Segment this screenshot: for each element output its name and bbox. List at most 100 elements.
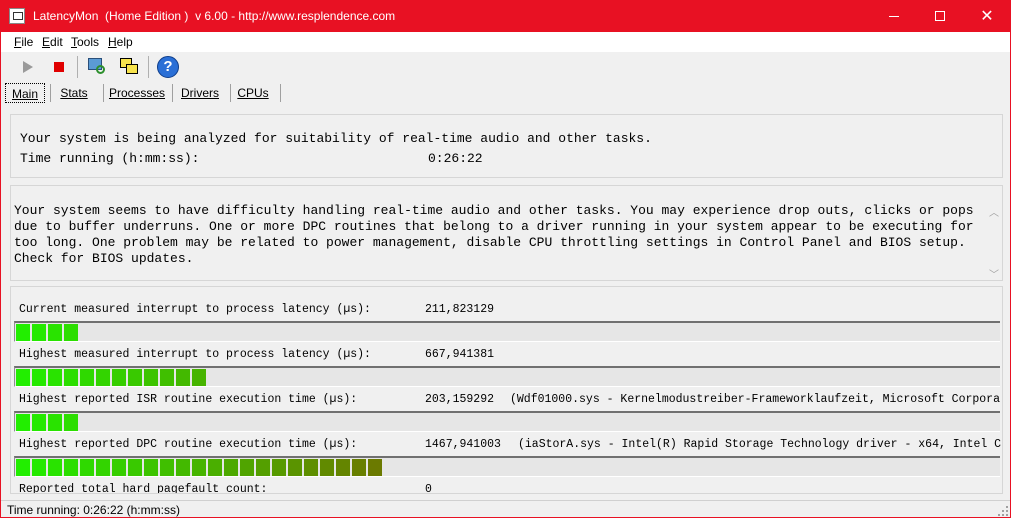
meter-segment (96, 369, 110, 386)
time-running-value: 0:26:22 (428, 151, 483, 166)
meter-segment (80, 459, 94, 476)
meter-segment (80, 369, 94, 386)
meter-segment (128, 369, 142, 386)
tab-main[interactable]: Main (5, 83, 45, 103)
meter-segment (208, 459, 222, 476)
meter-segment (128, 459, 142, 476)
tab-cpus[interactable]: CPUs (233, 83, 273, 103)
meter-segment (320, 459, 334, 476)
resize-grip-icon[interactable] (998, 506, 1008, 516)
help-icon[interactable]: ? (155, 55, 181, 79)
meter-segment (64, 414, 78, 431)
latency-meter (14, 456, 1000, 477)
analysis-panel: Your system is being analyzed for suitab… (10, 114, 1003, 178)
tab-stats-label: Stats (60, 86, 88, 100)
meter-segment (48, 324, 62, 341)
menu-bar: File Edit Tools Help (1, 32, 1010, 52)
toolbar-separator (77, 56, 78, 78)
tab-separator (280, 84, 281, 102)
meter-segment (16, 369, 30, 386)
metric-value: 203,159292 (425, 393, 495, 406)
meter-segment (48, 414, 62, 431)
window-title: LatencyMon (Home Edition ) v 6.00 - http… (33, 9, 396, 23)
meter-segment (352, 459, 366, 476)
latency-meter (14, 366, 1000, 387)
app-icon[interactable] (9, 8, 25, 24)
meter-segment (304, 459, 318, 476)
metric-detail: (Wdf01000.sys - Kernelmodustreiber-Frame… (510, 393, 1000, 406)
tab-strip: Main Stats Processes Drivers CPUs (1, 82, 1010, 104)
status-text: Time running: 0:26:22 (h:mm:ss) (7, 503, 180, 517)
meter-segment (144, 459, 158, 476)
meter-segment (32, 459, 46, 476)
metric-value: 211,823129 (425, 303, 495, 316)
meter-segment (336, 459, 350, 476)
play-icon[interactable] (15, 55, 41, 79)
tab-processes-label: Processes (108, 86, 166, 100)
verdict-text: Your system seems to have difficulty han… (14, 203, 974, 266)
time-running-label: Time running (h:mm:ss): (20, 151, 200, 166)
metric-detail: (iaStorA.sys - Intel(R) Rapid Storage Te… (518, 438, 1002, 451)
close-button[interactable]: ✕ (964, 1, 1010, 32)
tab-processes[interactable]: Processes (106, 83, 168, 103)
verdict-panel[interactable]: Your system seems to have difficulty han… (10, 185, 1003, 281)
minimize-icon (889, 16, 899, 17)
meter-segment (64, 324, 78, 341)
latencymon-window: LatencyMon (Home Edition ) v 6.00 - http… (0, 0, 1011, 518)
windows-icon[interactable] (117, 55, 143, 79)
tab-stats[interactable]: Stats (53, 83, 95, 103)
toolbar: ? (1, 52, 1010, 82)
meter-segment (176, 369, 190, 386)
meter-segment (64, 369, 78, 386)
analysis-status-line: Your system is being analyzed for suitab… (20, 131, 652, 146)
tab-separator (103, 84, 104, 102)
verdict-scrollbar[interactable]: ︿ ﹀ (985, 186, 1002, 281)
metric-value: 0 (425, 483, 432, 494)
scroll-up-icon[interactable]: ︿ (989, 204, 999, 219)
metric-label: Highest reported ISR routine execution t… (19, 393, 358, 406)
meter-segment (144, 369, 158, 386)
tab-separator (50, 84, 51, 102)
metrics-panel: Current measured interrupt to process la… (10, 286, 1003, 494)
monitor-icon[interactable] (84, 55, 110, 79)
meter-segment (192, 369, 206, 386)
stop-icon[interactable] (47, 55, 73, 79)
minimize-button[interactable] (871, 1, 917, 32)
meter-segment (32, 414, 46, 431)
menu-help[interactable]: Help (108, 35, 133, 49)
metric-label: Highest reported DPC routine execution t… (19, 438, 358, 451)
meter-segment (288, 459, 302, 476)
tab-separator (172, 84, 173, 102)
metric-label: Reported total hard pagefault count: (19, 483, 268, 494)
meter-segment (32, 369, 46, 386)
meter-segment (16, 459, 30, 476)
meter-segment (112, 369, 126, 386)
meter-segment (272, 459, 286, 476)
meter-segment (160, 459, 174, 476)
latency-meter (14, 321, 1000, 342)
meter-segment (32, 324, 46, 341)
maximize-icon (935, 11, 945, 21)
tab-separator (230, 84, 231, 102)
meter-segment (64, 459, 78, 476)
scroll-down-icon[interactable]: ﹀ (989, 266, 999, 281)
toolbar-separator (148, 56, 149, 78)
meter-segment (224, 459, 238, 476)
meter-segment (16, 414, 30, 431)
meter-segment (240, 459, 254, 476)
tab-drivers-label: Drivers (181, 86, 219, 100)
metric-label: Current measured interrupt to process la… (19, 303, 371, 316)
latency-meter (14, 411, 1000, 432)
tab-drivers[interactable]: Drivers (175, 83, 225, 103)
menu-tools[interactable]: Tools (71, 35, 99, 49)
maximize-button[interactable] (917, 1, 963, 32)
title-bar[interactable]: LatencyMon (Home Edition ) v 6.00 - http… (1, 1, 1010, 32)
meter-segment (112, 459, 126, 476)
close-icon: ✕ (980, 8, 994, 25)
metric-value: 1467,941003 (425, 438, 501, 451)
status-bar: Time running: 0:26:22 (h:mm:ss) (1, 500, 1010, 517)
menu-edit[interactable]: Edit (42, 35, 63, 49)
menu-file[interactable]: File (14, 35, 33, 49)
meter-segment (256, 459, 270, 476)
meter-segment (176, 459, 190, 476)
